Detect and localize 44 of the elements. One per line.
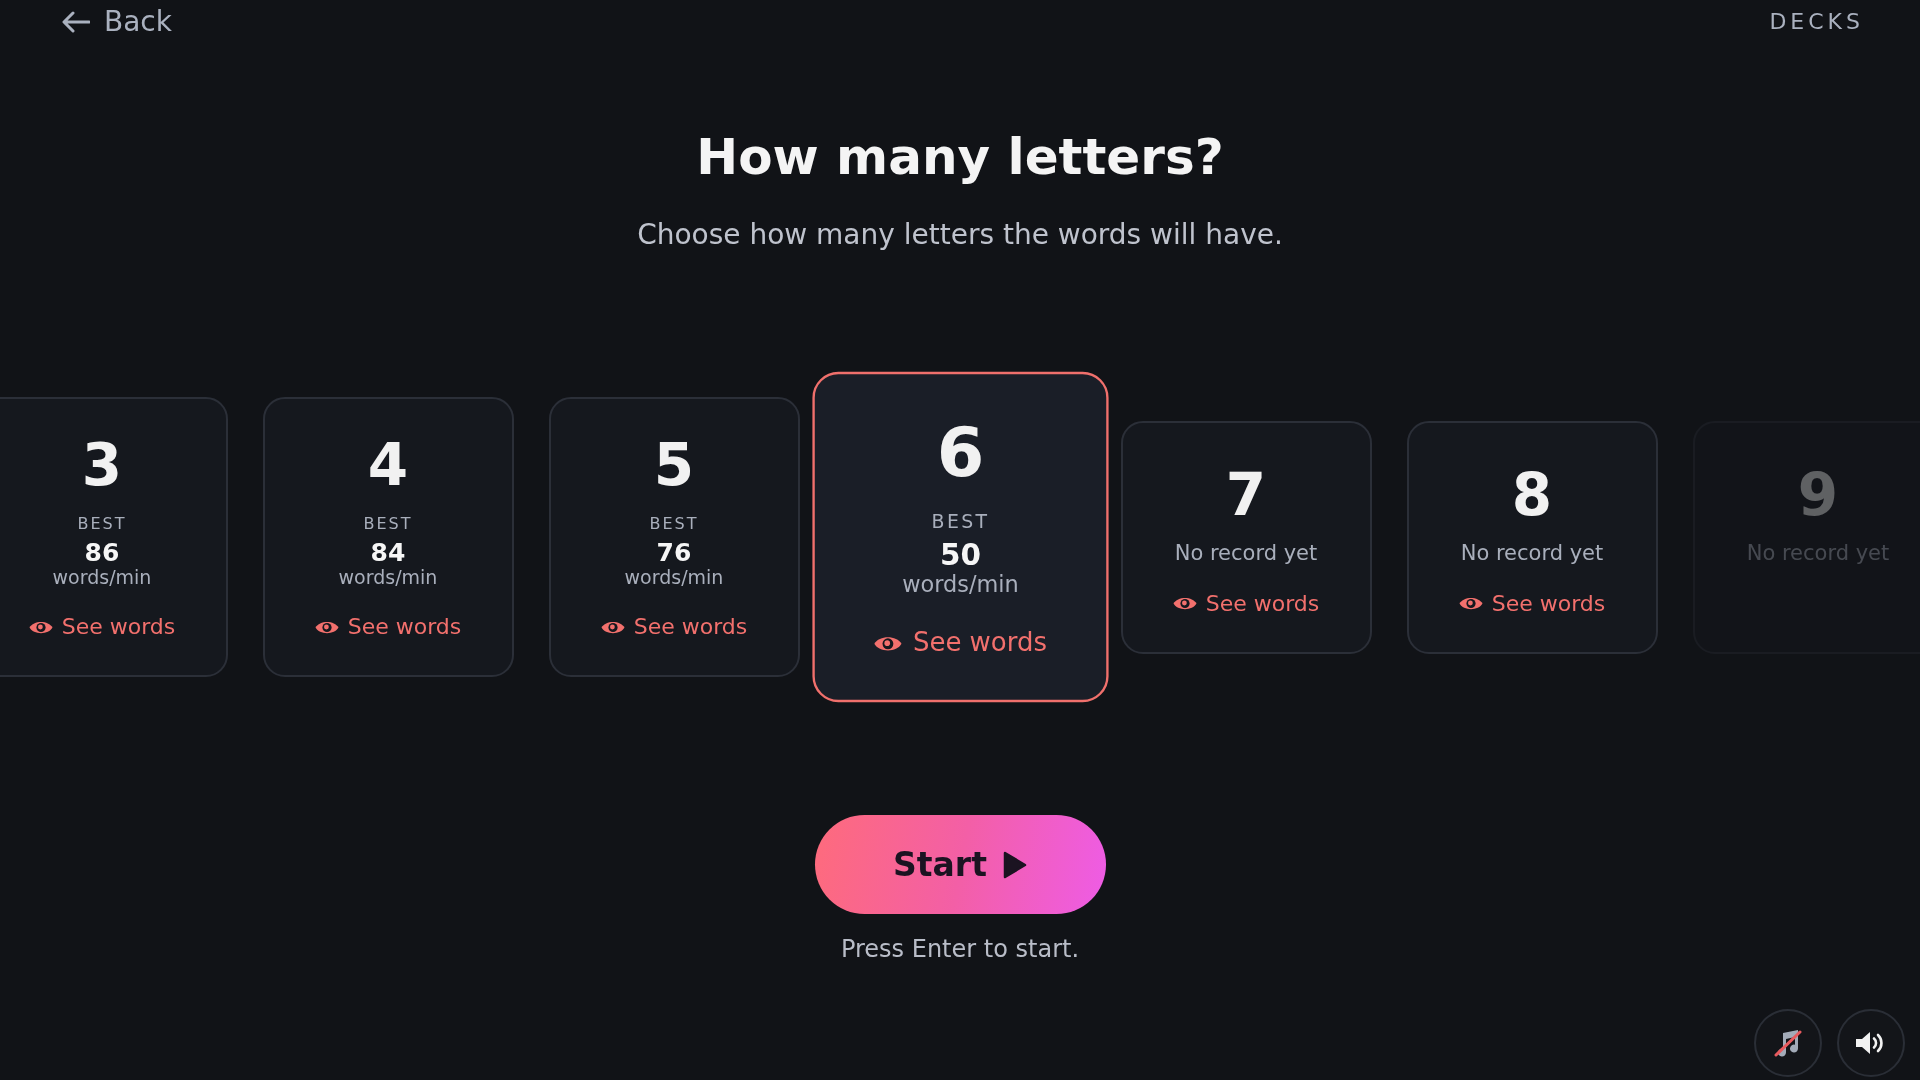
letter-count-card[interactable]: 5 BEST 76 words/min See words [548,397,800,677]
unit-label: words/min [338,566,438,588]
page-subtitle: Choose how many letters the words will have. [636,217,1284,253]
see-words-link[interactable]: See words [314,612,462,642]
best-score: 76 [656,540,692,566]
best-score: 86 [84,540,120,566]
eye-icon [1458,595,1483,612]
see-words-link[interactable]: See words [28,612,176,642]
letter-count-card[interactable]: 8 No record yet See words [1406,420,1658,654]
letter-count: 4 [367,433,409,497]
start-hint: Press Enter to start. [840,934,1080,965]
see-words-link[interactable]: See words [873,625,1047,661]
best-label: BEST [77,514,127,534]
page-title: How many letters? [695,127,1225,188]
letter-count-card[interactable]: 3 BEST 86 words/min See words [0,397,228,677]
letter-count: 5 [653,433,695,497]
letter-count: 8 [1511,462,1553,527]
play-icon [1002,850,1027,879]
best-label: BEST [649,514,699,534]
no-record-text: No record yet [1460,539,1604,567]
see-words-link[interactable]: See words [1172,588,1320,619]
unit-label: words/min [52,566,152,588]
unit-label: words/min [624,566,724,588]
decks-link[interactable]: DECKS [1769,7,1864,37]
best-score: 50 [939,540,981,572]
best-score: 84 [370,540,406,566]
see-words-link[interactable]: See words [600,612,748,642]
best-label: BEST [931,509,989,534]
letter-count-card[interactable]: 7 No record yet See words [1120,420,1372,654]
back-button[interactable]: Back [62,4,172,40]
no-record-text: No record yet [1174,539,1318,567]
letter-count-card[interactable]: 6 BEST 50 words/min See words [811,371,1109,703]
eye-icon [1172,595,1197,612]
letter-count: 6 [936,414,984,490]
letter-count: 9 [1797,462,1839,527]
left-arrow-icon [62,11,90,33]
music-off-icon [1774,1029,1802,1057]
unit-label: words/min [901,571,1019,598]
see-words-link[interactable]: See words [1458,588,1606,619]
letter-count-card[interactable]: 4 BEST 84 words/min See words [262,397,514,677]
letter-count: 3 [81,433,123,497]
letter-count: 7 [1225,462,1267,527]
best-label: BEST [363,514,413,534]
start-button[interactable]: Start [814,815,1106,914]
